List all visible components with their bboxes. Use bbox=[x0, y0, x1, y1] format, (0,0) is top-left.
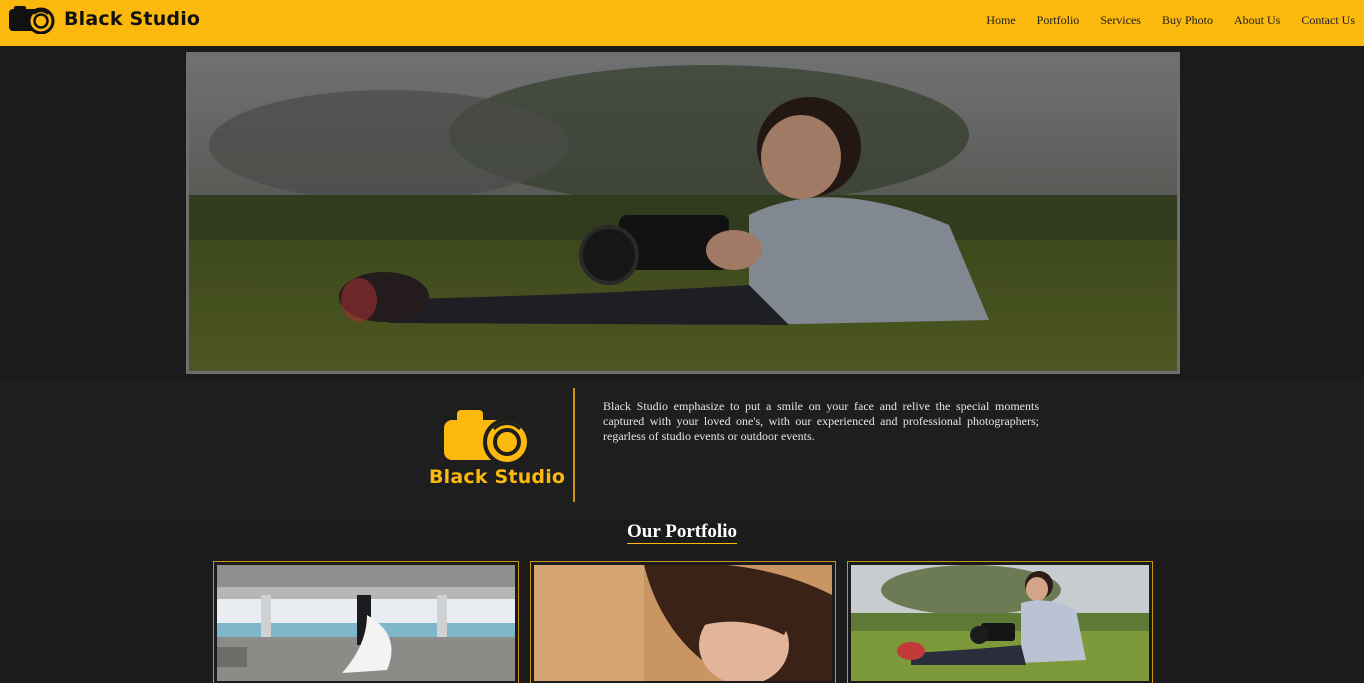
main-nav: Home Portfolio Services Buy Photo About … bbox=[965, 13, 1355, 27]
portfolio-title: Our Portfolio bbox=[627, 521, 737, 544]
portfolio-card[interactable] bbox=[530, 561, 836, 683]
hero-image bbox=[186, 52, 1180, 374]
about-logo-text: Black Studio bbox=[429, 466, 566, 488]
nav-services[interactable]: Services bbox=[1100, 13, 1141, 27]
nav-home[interactable]: Home bbox=[986, 13, 1015, 27]
nav-about-us[interactable]: About Us bbox=[1234, 13, 1280, 27]
divider bbox=[573, 388, 575, 502]
top-navbar: Black Studio Home Portfolio Services Buy… bbox=[0, 0, 1364, 46]
nav-contact-us[interactable]: Contact Us bbox=[1301, 13, 1355, 27]
portrait-photo bbox=[534, 565, 832, 681]
child-camera-photo bbox=[851, 565, 1149, 681]
portfolio-card[interactable] bbox=[847, 561, 1153, 683]
nav-buy-photo[interactable]: Buy Photo bbox=[1162, 13, 1213, 27]
camera-logo-icon bbox=[9, 6, 55, 34]
about-description: Black Studio emphasize to put a smile on… bbox=[603, 399, 1039, 443]
brand-name: Black Studio bbox=[64, 8, 201, 30]
nav-portfolio[interactable]: Portfolio bbox=[1037, 13, 1080, 27]
brand-logo[interactable]: Black Studio bbox=[8, 4, 200, 34]
wedding-photo bbox=[217, 565, 515, 681]
portfolio-card[interactable] bbox=[213, 561, 519, 683]
portfolio-heading: Our Portfolio bbox=[0, 521, 1364, 544]
